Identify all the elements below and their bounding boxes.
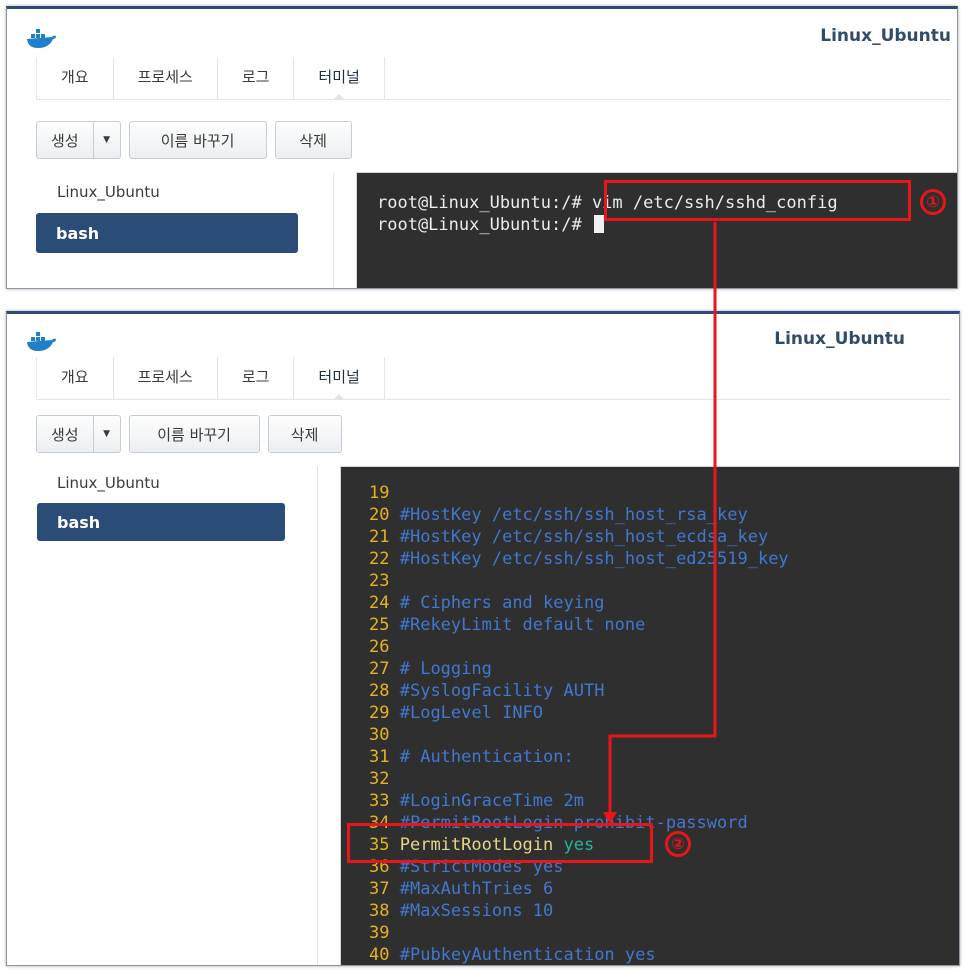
connector-arrow (603, 222, 717, 824)
